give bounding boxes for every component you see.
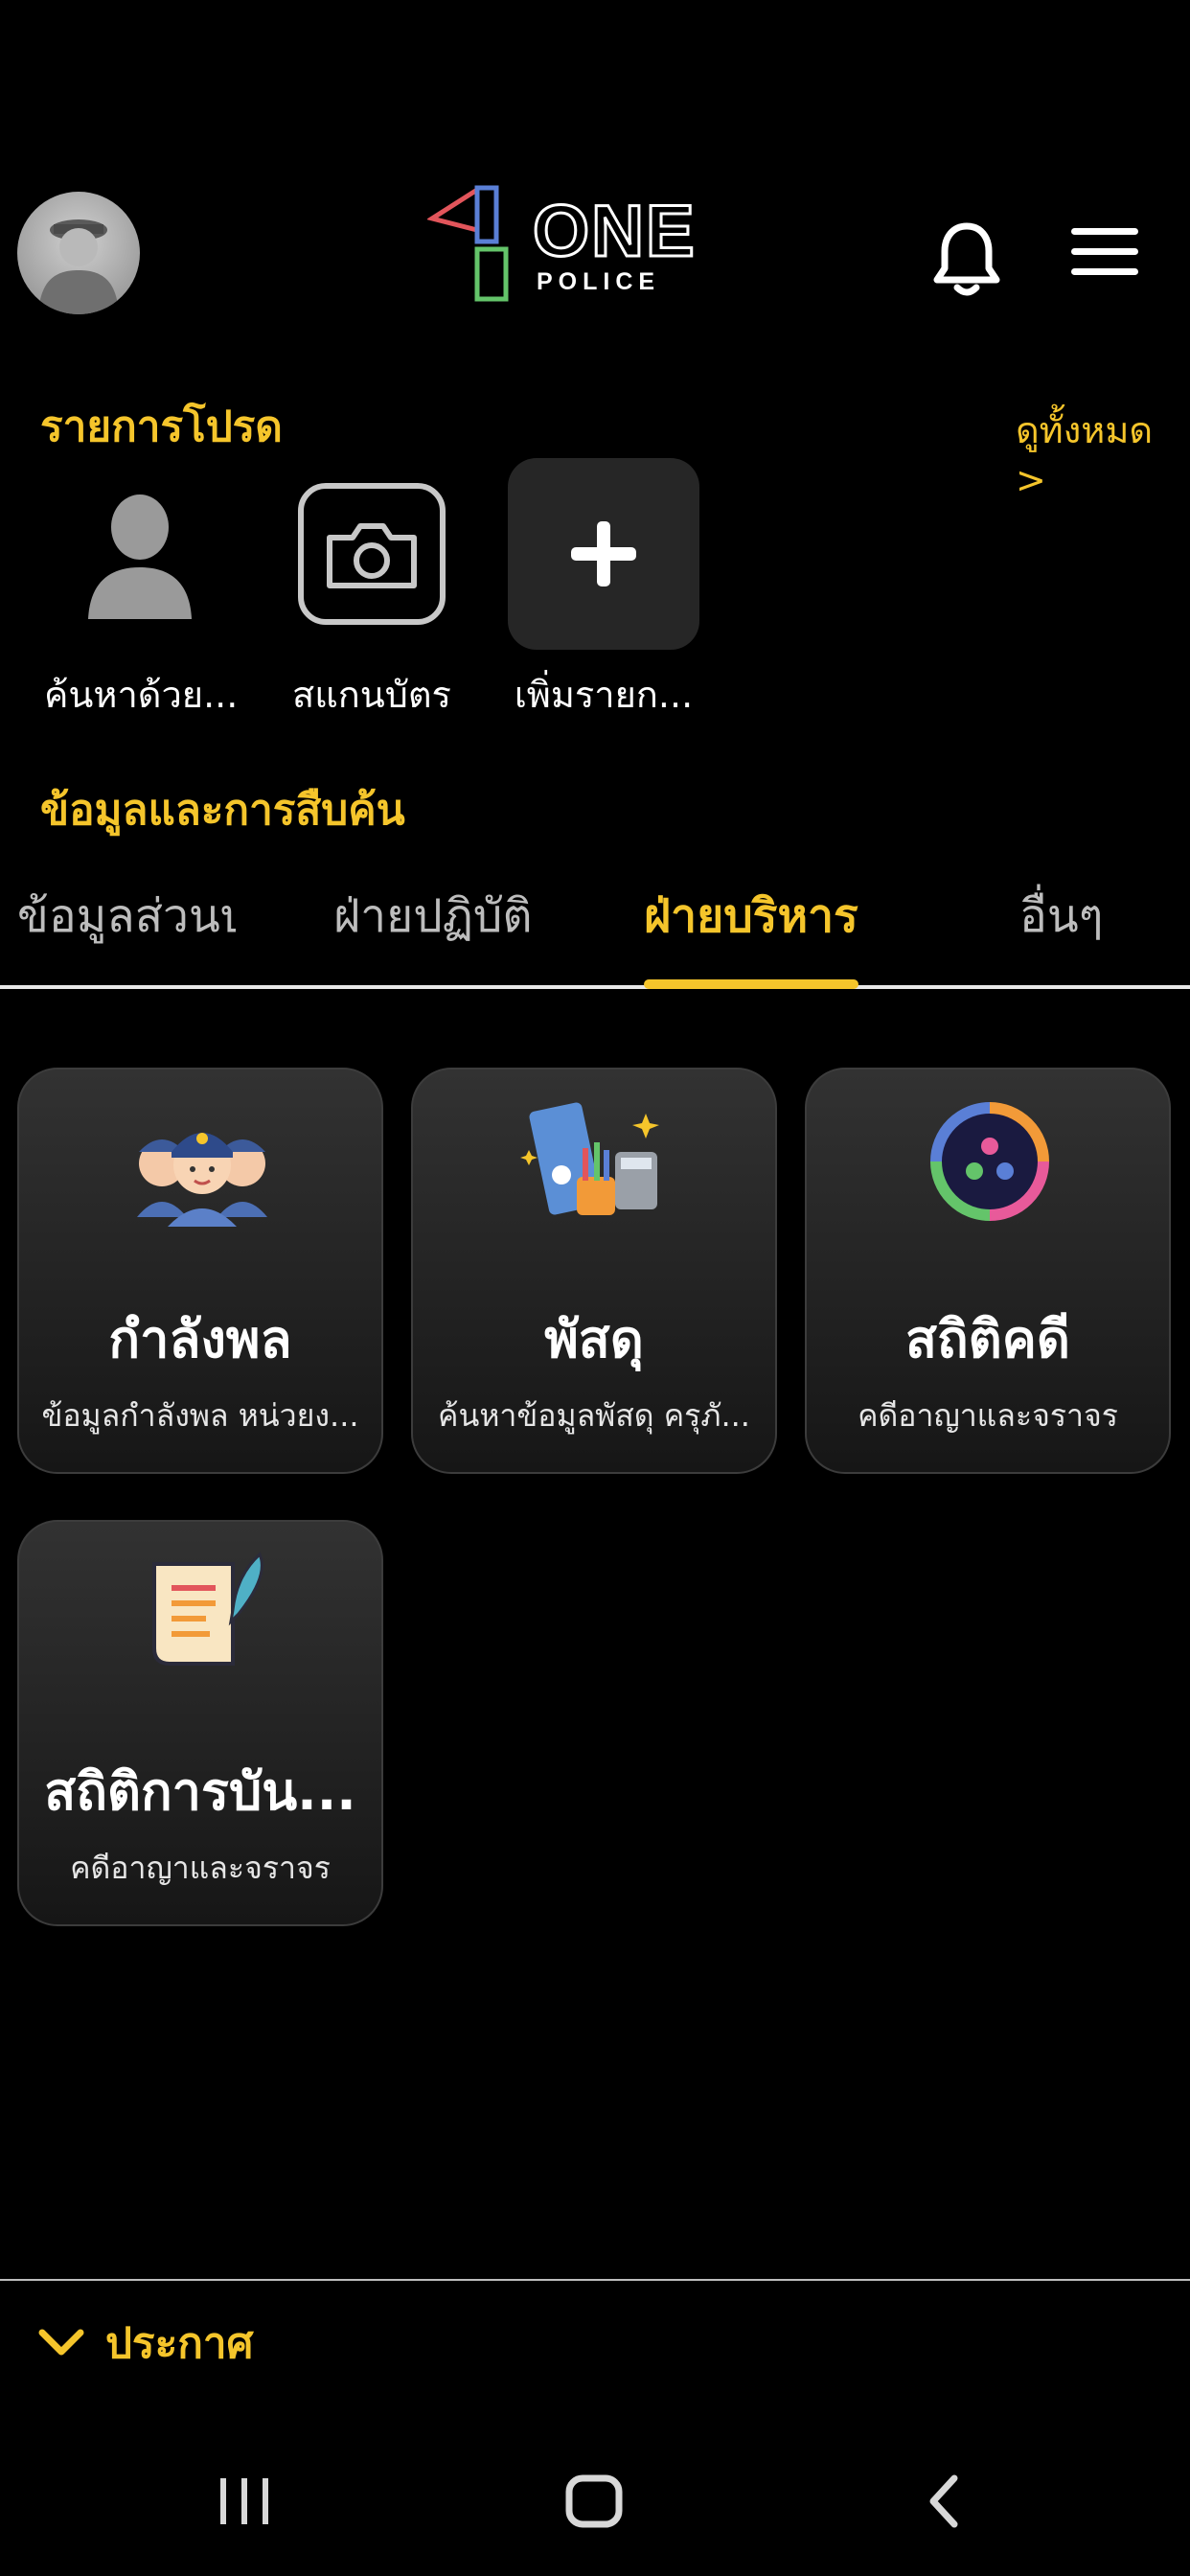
favorite-label: เพิ่มรายก... xyxy=(514,674,694,716)
see-all-link[interactable]: ดูทั้งหมด > xyxy=(1016,401,1190,501)
investigation-title: ข้อมูลและการสืบค้น xyxy=(40,786,405,835)
logo-police-text: POLICE xyxy=(537,268,661,295)
card-title: สถิติคดี xyxy=(905,1309,1070,1369)
hamburger-menu-icon[interactable] xyxy=(1071,228,1138,282)
announcement-toggle[interactable]: ประกาศ xyxy=(36,2310,253,2377)
active-tab-indicator xyxy=(644,979,858,989)
system-navigation-bar xyxy=(0,2434,1190,2576)
announcement-divider xyxy=(0,2279,1190,2281)
card-title: สถิติการบัน... xyxy=(44,1761,356,1822)
favorite-label: ค้นหาด้วย... xyxy=(44,674,239,716)
tab-divider xyxy=(0,985,1190,989)
card-personnel[interactable]: กำลังพล ข้อมูลกำลังพล หน่วยง... xyxy=(17,1068,383,1474)
chevron-down-icon xyxy=(36,2319,86,2368)
tab-administration[interactable]: ฝ่ายบริหาร xyxy=(644,880,858,953)
favorite-search-by-person[interactable]: ค้นหาด้วย... xyxy=(44,458,239,724)
tab-operations[interactable]: ฝ่ายปฏิบัติ xyxy=(333,880,533,953)
card-subtitle: ค้นหาข้อมูลพัสดุ ครุภั... xyxy=(438,1397,750,1434)
officer-avatar[interactable] xyxy=(17,192,140,314)
home-icon[interactable] xyxy=(563,2472,625,2534)
card-subtitle: คดีอาญาและจราจร xyxy=(858,1397,1118,1434)
favorites-title: รายการโปรด xyxy=(40,402,283,451)
police-officers-icon xyxy=(126,1094,279,1229)
card-subtitle: คดีอาญาและจราจร xyxy=(70,1850,331,1886)
document-quill-icon xyxy=(126,1547,279,1681)
card-case-statistics[interactable]: สถิติคดี คดีอาญาและจราจร xyxy=(805,1068,1171,1474)
tab-others[interactable]: อื่นๆ xyxy=(1019,880,1103,953)
tab-personal-data[interactable]: ข้อมูลส่วนบ xyxy=(17,880,236,953)
statistics-ring-icon xyxy=(913,1094,1066,1229)
announcement-label: ประกาศ xyxy=(105,2319,254,2368)
card-title: พัสดุ xyxy=(544,1309,644,1369)
bell-icon[interactable] xyxy=(931,220,1002,299)
favorite-scan-card[interactable]: สแกนบัตร xyxy=(276,458,468,724)
person-icon xyxy=(44,458,236,650)
camera-icon xyxy=(276,458,468,650)
favorite-label: สแกนบัตร xyxy=(292,674,451,716)
card-subtitle: ข้อมูลกำลังพล หน่วยง... xyxy=(41,1397,359,1434)
favorite-add-item[interactable]: เพิ่มรายก... xyxy=(508,458,699,724)
card-supplies[interactable]: พัสดุ ค้นหาข้อมูลพัสดุ ครุภั... xyxy=(411,1068,777,1474)
logo-one-text: ONE xyxy=(532,190,697,274)
office-supplies-icon xyxy=(519,1094,673,1229)
back-icon[interactable] xyxy=(924,2472,962,2534)
plus-icon xyxy=(508,458,699,650)
recent-apps-icon[interactable] xyxy=(217,2472,272,2534)
card-title: กำลังพล xyxy=(108,1309,292,1369)
card-record-statistics[interactable]: สถิติการบัน... คดีอาญาและจราจร xyxy=(17,1520,383,1926)
